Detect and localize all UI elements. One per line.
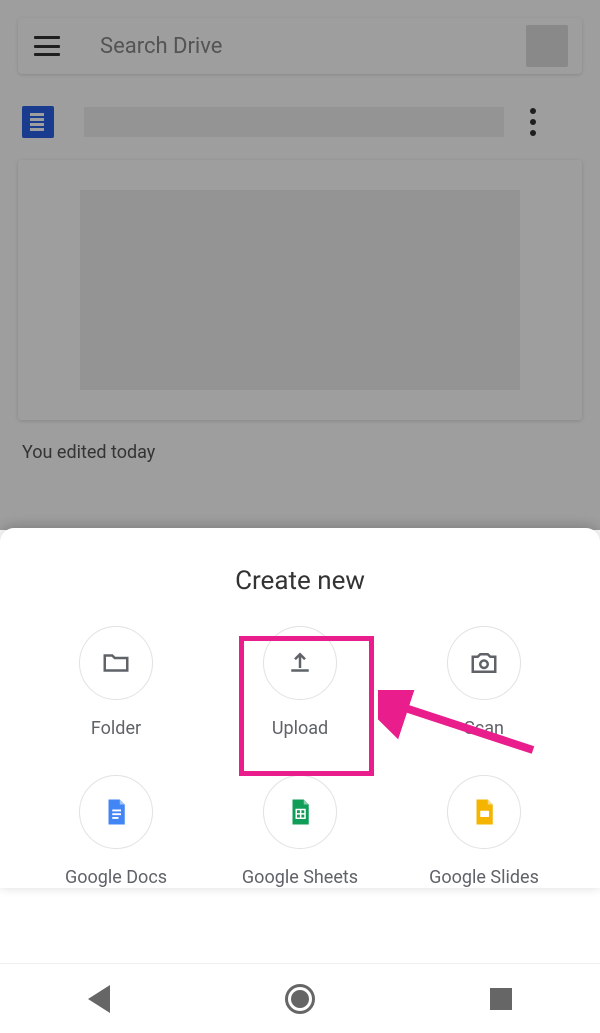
google-docs-icon	[79, 775, 153, 849]
create-scan-tile[interactable]: Scan	[392, 626, 576, 739]
google-sheets-icon	[263, 775, 337, 849]
tile-label: Scan	[464, 718, 504, 739]
create-slides-tile[interactable]: Google Slides	[392, 775, 576, 888]
tile-label: Google Slides	[429, 867, 539, 888]
file-preview-thumbnail	[80, 190, 520, 390]
avatar[interactable]	[526, 25, 568, 67]
tile-label: Google Docs	[65, 867, 167, 888]
tile-label: Google Sheets	[242, 867, 358, 888]
create-upload-tile[interactable]: Upload	[208, 626, 392, 739]
file-preview-card[interactable]	[18, 160, 582, 420]
search-placeholder: Search Drive	[100, 34, 526, 59]
search-bar[interactable]: Search Drive	[18, 18, 582, 74]
tile-label: Folder	[91, 718, 141, 739]
tile-label: Upload	[272, 718, 328, 739]
create-folder-tile[interactable]: Folder	[24, 626, 208, 739]
android-navbar	[0, 963, 600, 1033]
create-docs-tile[interactable]: Google Docs	[24, 775, 208, 888]
camera-icon	[447, 626, 521, 700]
edit-status-text: You edited today	[0, 420, 600, 463]
folder-icon	[79, 626, 153, 700]
upload-icon	[263, 626, 337, 700]
menu-icon[interactable]	[34, 36, 62, 56]
nav-back-icon[interactable]	[88, 985, 110, 1013]
google-slides-icon	[447, 775, 521, 849]
file-header-row	[0, 92, 600, 142]
file-title-placeholder	[84, 107, 504, 137]
more-options-icon[interactable]	[524, 102, 542, 142]
create-new-sheet: Create new Folder Upload Scan	[0, 528, 600, 888]
create-sheets-tile[interactable]: Google Sheets	[208, 775, 392, 888]
create-options-grid: Folder Upload Scan	[0, 626, 600, 888]
docs-icon	[22, 106, 54, 138]
nav-recent-icon[interactable]	[490, 988, 512, 1010]
nav-home-icon[interactable]	[285, 984, 315, 1014]
sheet-title: Create new	[0, 528, 600, 626]
